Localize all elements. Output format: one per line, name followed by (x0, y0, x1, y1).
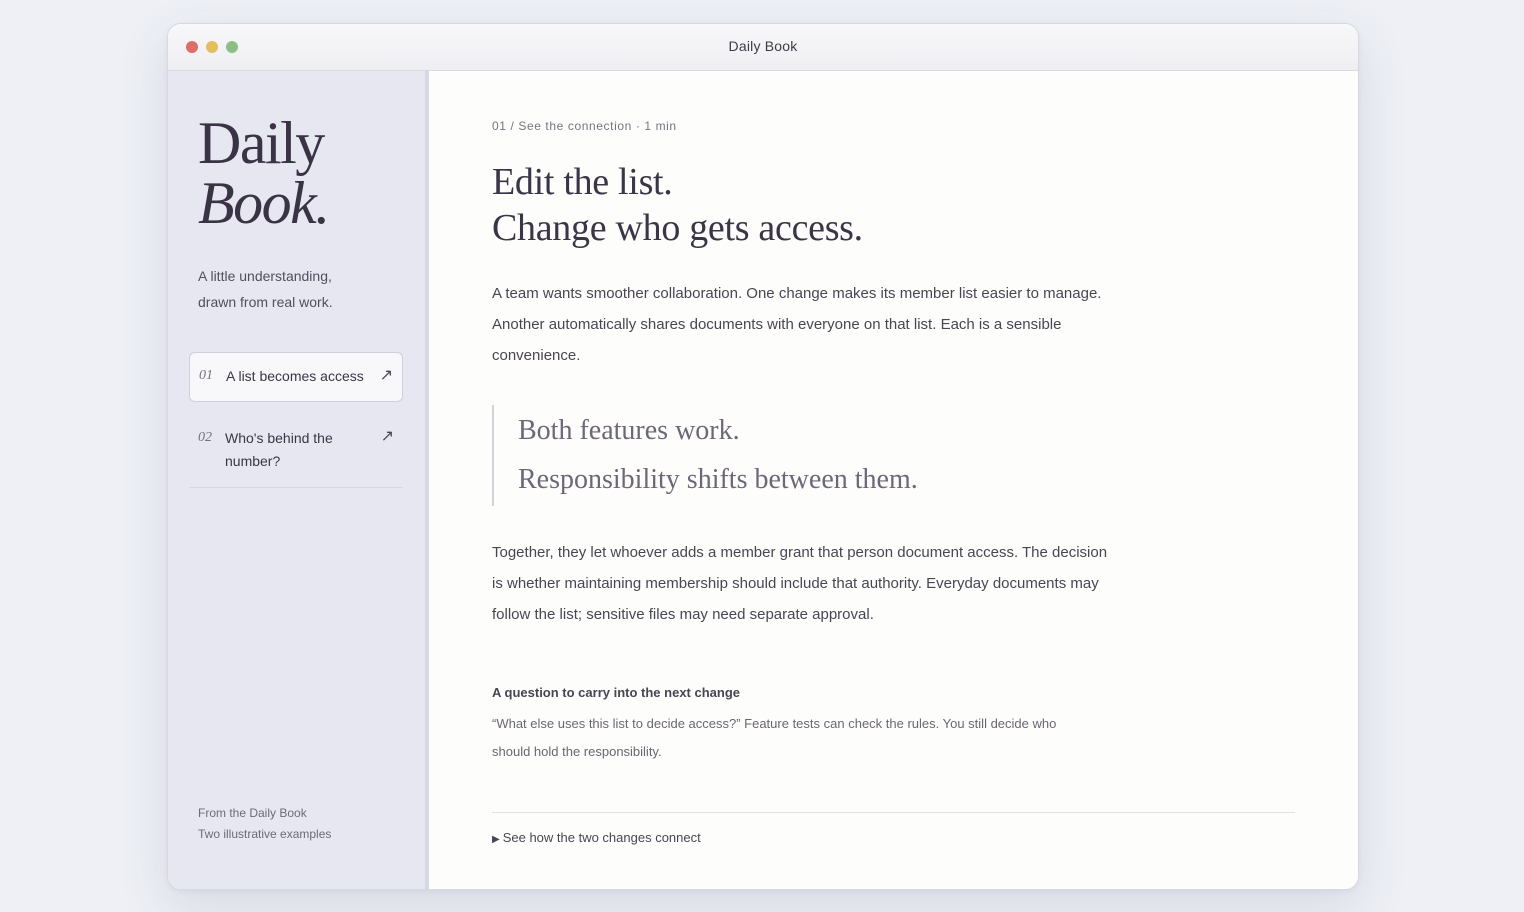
arrow-up-right-icon: ↗ (380, 428, 394, 445)
disclosure-triangle-icon: ▶ (492, 834, 500, 845)
arrow-up-right-icon: ↗ (379, 367, 393, 384)
sidebar-item-number: 01 (199, 368, 213, 383)
pull-quote: Both features work. Responsibility shift… (492, 405, 918, 506)
article-eyebrow: 01 / See the connection · 1 min (492, 119, 677, 133)
sidebar-item-label: Who's behind the number? (225, 430, 333, 469)
title-bar: Daily Book (168, 24, 1358, 71)
sidebar: Daily Book. A little understanding, draw… (168, 71, 429, 889)
sidebar-item-label: A list becomes access (226, 368, 364, 384)
divider (492, 812, 1295, 813)
tagline-line-2: drawn from real work. (198, 294, 333, 310)
intro-paragraph: A team wants smoother collaboration. One… (492, 285, 1102, 364)
details-toggle-label: See how the two changes connect (502, 830, 701, 845)
headline-line-1: Edit the list. (492, 161, 673, 203)
headline-line-2: Change who gets access. (492, 207, 863, 249)
logo-line-1: Daily (198, 110, 325, 176)
quote-line-1: Both features work. (518, 415, 740, 446)
tagline-line-1: A little understanding, (198, 268, 332, 284)
app-window: Daily Book Daily Book. A little understa… (167, 23, 1359, 890)
sidebar-item-whos-behind-the-number[interactable]: 02 Who's behind the number? ↗ (189, 416, 403, 488)
tagline: A little understanding, drawn from real … (198, 263, 398, 315)
sidebar-footer: From the Daily Book Two illustrative exa… (198, 803, 331, 845)
footer-line-2: Two illustrative examples (198, 827, 332, 841)
sidebar-item-list-becomes-access[interactable]: 01 A list becomes access ↗ (189, 352, 403, 402)
quote-line-2: Responsibility shifts between them. (518, 464, 918, 495)
question-text: “What else uses this list to decide acce… (492, 716, 1057, 759)
logo: Daily Book. (198, 110, 330, 236)
article: 01 / See the connection · 1 min Edit the… (429, 71, 1358, 889)
logo-line-2: Book. (198, 170, 330, 236)
question-heading: A question to carry into the next change (492, 685, 740, 700)
footer-line-1: From the Daily Book (198, 806, 307, 820)
details-toggle[interactable]: ▶ See how the two changes connect (492, 830, 701, 845)
body-paragraph: Together, they let whoever adds a member… (492, 544, 1108, 623)
window-title: Daily Book (728, 38, 798, 54)
article-headline: Edit the list. Change who gets access. (492, 159, 863, 251)
sidebar-item-number: 02 (198, 430, 212, 445)
